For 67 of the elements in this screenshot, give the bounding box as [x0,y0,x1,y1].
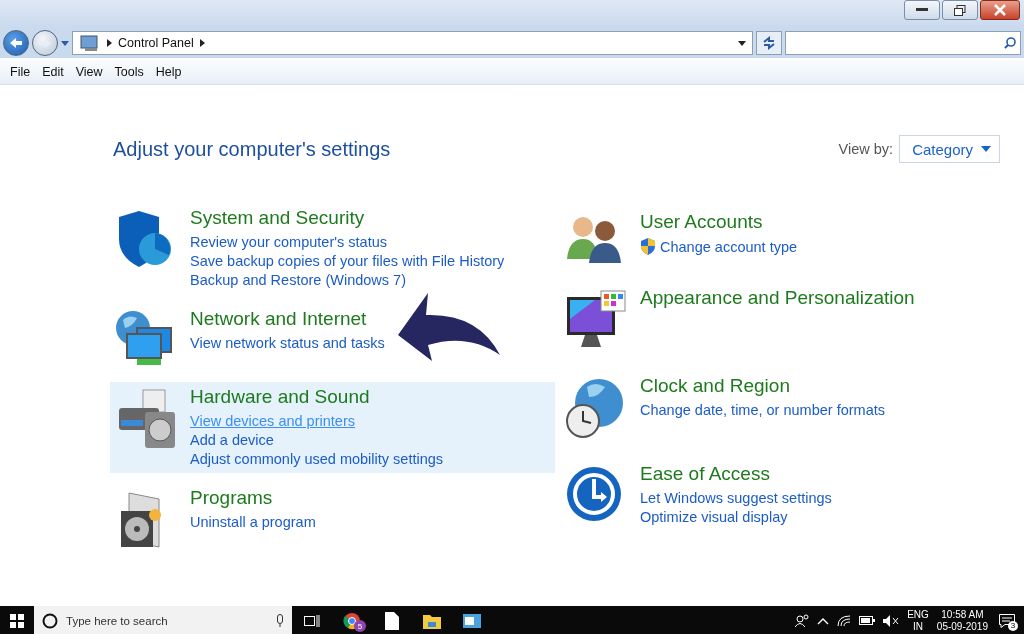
back-arrow-icon [9,37,23,49]
windows-logo-icon [10,613,24,628]
category-link[interactable]: Optimize visual display [640,509,832,525]
taskbar-search-field[interactable]: Type here to search [34,606,292,634]
wifi-icon[interactable] [837,614,852,627]
category-link[interactable]: Save backup copies of your files with File History [190,253,505,269]
category-link[interactable]: Change account type [640,238,798,255]
category-link[interactable]: View network status and tasks [190,335,385,351]
menu-item[interactable]: Edit [36,65,70,79]
battery-icon[interactable] [859,616,876,625]
category-title[interactable]: Network and Internet [190,308,385,330]
search-field[interactable] [785,31,1021,55]
category-title[interactable]: Programs [190,487,316,509]
category-title[interactable]: Appearance and Personalization [640,287,915,309]
caret-icon[interactable] [738,40,746,46]
menu-item[interactable]: View [69,65,109,79]
view-by-dropdown[interactable]: Category [899,135,1000,163]
minimize-button[interactable] [904,0,940,20]
back-button[interactable] [3,30,29,56]
action-center-button[interactable]: 3 [996,609,1018,632]
chevron-icon [199,39,205,47]
category-title[interactable]: System and Security [190,207,505,229]
restore-icon [954,4,966,16]
people-icon[interactable] [795,613,810,628]
task-view-icon[interactable] [304,613,320,628]
region-indicator[interactable]: IN [913,620,923,633]
document-icon[interactable] [385,611,399,630]
search-circle-icon [42,612,58,629]
control-panel-icon [79,34,101,52]
category-title[interactable]: User Accounts [640,211,798,233]
category-link[interactable]: Adjust commonly used mobility settings [190,451,444,467]
microphone-icon[interactable] [276,613,284,628]
caret-icon [981,146,991,152]
shield-icon [640,238,656,255]
app-window-icon[interactable] [463,613,481,628]
notification-badge: 5 [354,620,366,632]
chevron-up-icon[interactable] [817,616,830,625]
address-field[interactable]: Control Panel [72,31,753,55]
close-icon [994,4,1006,16]
view-by-label: View by: [838,141,894,157]
category-link[interactable]: Backup and Restore (Windows 7) [190,272,505,288]
minimize-icon [916,8,928,12]
category-link[interactable]: Uninstall a program [190,514,316,530]
close-button[interactable] [980,0,1020,20]
refresh-icon [762,36,776,50]
category-title[interactable]: Hardware and Sound [190,386,444,408]
menu-item[interactable]: Help [149,65,188,79]
category-link[interactable]: Add a device [190,432,444,448]
category-link[interactable]: Review your computer's status [190,234,505,250]
category-title[interactable]: Clock and Region [640,375,885,397]
clock-date[interactable]: 05-09-2019 [936,620,988,633]
menu-item[interactable]: Tools [108,65,150,79]
refresh-button[interactable] [756,31,782,55]
clock-time[interactable]: 10:58 AM [941,608,984,621]
category-title[interactable]: Ease of Access [640,463,832,485]
accessibility-icon [565,465,623,523]
restore-button[interactable] [942,0,978,20]
language-indicator[interactable]: ENG [907,608,929,621]
chevron-icon [107,39,112,47]
category-link[interactable]: Let Windows suggest settings [640,490,832,506]
menu-item[interactable]: File [4,65,37,79]
folder-icon[interactable] [423,612,441,629]
forward-button[interactable] [32,30,58,56]
category-link[interactable]: Change date, time, or number formats [640,402,885,418]
muted-speaker-icon[interactable] [883,614,900,627]
page-heading: Adjust your computer's settings [113,137,391,161]
search-icon [1004,37,1016,49]
